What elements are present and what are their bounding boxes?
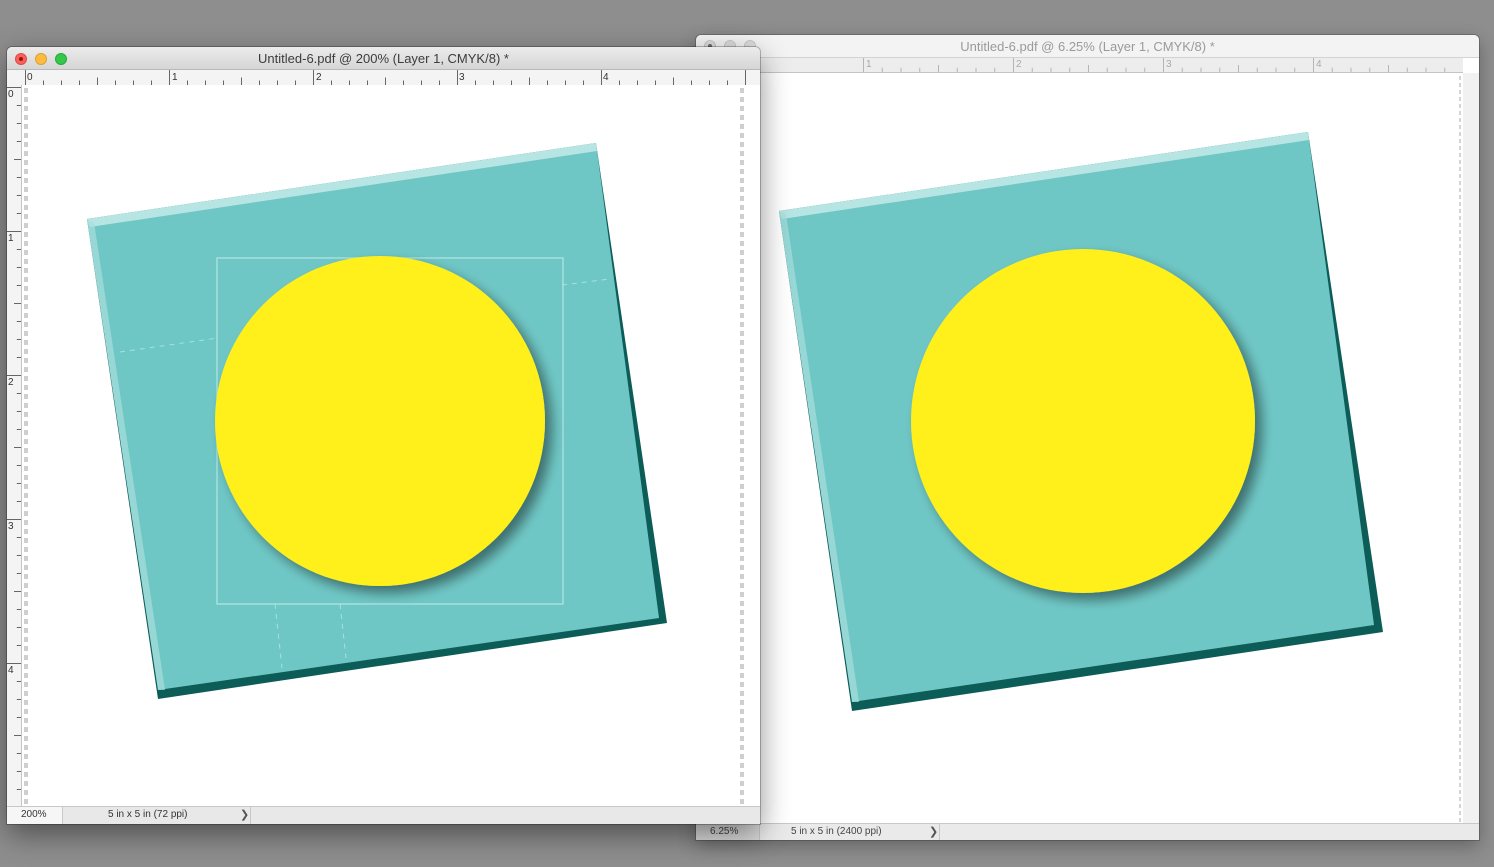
status-bar: 6.25% 5 in x 5 in (2400 ppi) ❯ <box>696 823 1479 840</box>
title-bar[interactable]: Untitled-6.pdf @ 6.25% (Layer 1, CMYK/8)… <box>696 35 1479 58</box>
document-window-6-25[interactable]: Untitled-6.pdf @ 6.25% (Layer 1, CMYK/8)… <box>696 35 1479 840</box>
vertical-scrollbar[interactable] <box>1463 73 1479 823</box>
circle <box>911 249 1255 593</box>
horizontal-ruler[interactable]: 0 1 2 3 4 <box>7 70 760 86</box>
ruler-label: 1 <box>172 72 178 83</box>
ruler-label: 3 <box>459 72 465 83</box>
zoom-field[interactable]: 6.25% <box>696 824 760 840</box>
status-bar: 200% 5 in x 5 in (72 ppi) ❯ <box>7 806 760 824</box>
window-title: Untitled-6.pdf @ 6.25% (Layer 1, CMYK/8)… <box>960 39 1215 54</box>
ruler-label: 2 <box>8 377 14 388</box>
zoom-field[interactable]: 200% <box>7 807 63 824</box>
ruler-label: 2 <box>316 72 322 83</box>
divider <box>250 807 251 824</box>
ruler-label: 0 <box>8 89 14 100</box>
ruler-label: 4 <box>1316 59 1322 70</box>
ruler-label: 0 <box>27 72 33 83</box>
ruler-label: 4 <box>603 72 609 83</box>
ruler-ticks <box>25 70 746 85</box>
ruler-label: 1 <box>8 233 14 244</box>
document-info[interactable]: 5 in x 5 in (72 ppi) <box>108 807 188 824</box>
document-canvas[interactable] <box>22 85 760 806</box>
circle <box>215 256 545 586</box>
title-bar[interactable]: Untitled-6.pdf @ 200% (Layer 1, CMYK/8) … <box>7 47 760 70</box>
ruler-ticks <box>7 87 21 790</box>
ruler-label: 4 <box>8 665 14 676</box>
divider <box>939 824 940 840</box>
document-window-200[interactable]: Untitled-6.pdf @ 200% (Layer 1, CMYK/8) … <box>7 47 760 824</box>
window-title: Untitled-6.pdf @ 200% (Layer 1, CMYK/8) … <box>258 51 509 66</box>
chevron-right-icon[interactable]: ❯ <box>929 824 938 840</box>
ruler-label: 3 <box>8 521 14 532</box>
ruler-label: 2 <box>1016 59 1022 70</box>
document-info[interactable]: 5 in x 5 in (2400 ppi) <box>791 824 882 840</box>
vertical-ruler[interactable]: 0 1 2 3 4 <box>7 85 22 806</box>
chevron-right-icon[interactable]: ❯ <box>240 807 249 824</box>
ruler-label: 1 <box>866 59 872 70</box>
ruler-label: 3 <box>1166 59 1172 70</box>
horizontal-ruler[interactable]: 1 2 3 4 <box>760 58 1463 73</box>
document-canvas[interactable] <box>760 73 1463 823</box>
artwork <box>24 88 744 806</box>
artwork <box>779 76 1461 823</box>
